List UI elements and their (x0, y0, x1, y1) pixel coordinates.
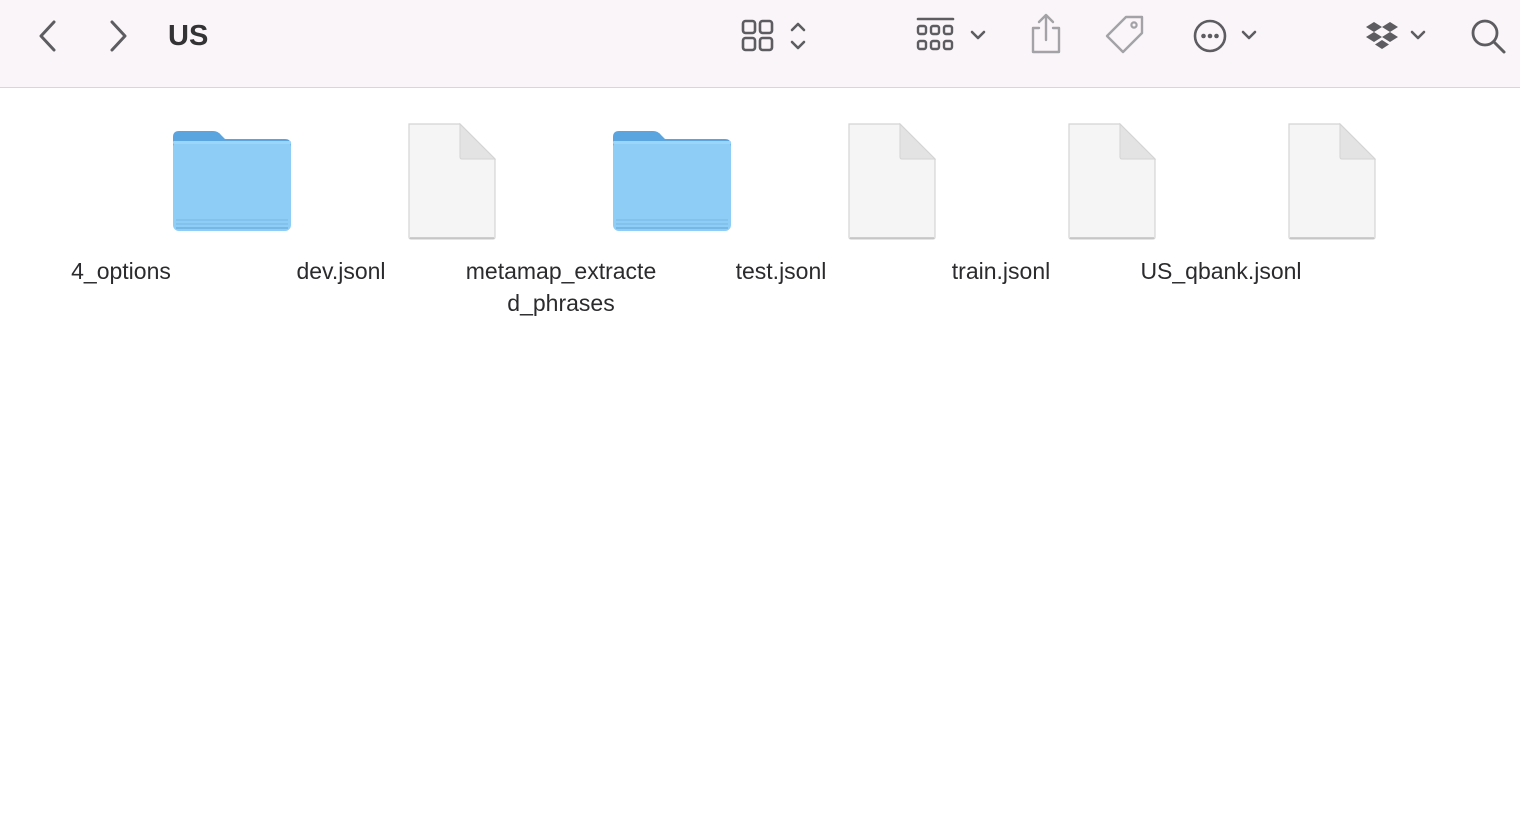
forward-button[interactable] (98, 16, 138, 56)
ellipsis-circle-icon (1193, 19, 1257, 53)
window-title: US (168, 20, 209, 52)
file-name: US_qbank.jsonl (1140, 258, 1302, 284)
share-button[interactable] (1024, 12, 1068, 58)
search-icon (1471, 19, 1506, 54)
share-icon (1031, 13, 1061, 54)
back-button[interactable] (28, 16, 68, 56)
file-name: train.jsonl (951, 258, 1051, 284)
file-name: test.jsonl (735, 258, 827, 284)
icon-grid-view-icon (741, 19, 806, 52)
document-icon (671, 119, 937, 259)
dropbox-button[interactable] (1360, 14, 1430, 58)
view-mode-button[interactable] (736, 14, 816, 58)
folder-icon (451, 119, 731, 259)
file-grid: 4_options dev.jsonl metamap_extracted_ph… (0, 89, 1520, 826)
document-icon (1111, 119, 1377, 259)
chevron-right-icon (110, 20, 127, 52)
group-button[interactable] (912, 14, 994, 58)
chevron-left-icon (39, 20, 56, 52)
group-by-icon (916, 17, 986, 51)
file-name: metamap_extracted_phrases (465, 258, 657, 316)
search-button[interactable] (1466, 14, 1510, 58)
finder-toolbar: US (0, 0, 1520, 88)
tag-icon (1105, 15, 1144, 54)
dropbox-icon (1366, 22, 1426, 49)
folder-icon (11, 119, 291, 259)
document-icon (891, 119, 1157, 259)
document-icon (231, 119, 497, 259)
more-actions-button[interactable] (1188, 14, 1264, 58)
tag-button[interactable] (1102, 12, 1148, 58)
file-name: 4_options (71, 258, 171, 284)
file-name: dev.jsonl (296, 258, 386, 284)
